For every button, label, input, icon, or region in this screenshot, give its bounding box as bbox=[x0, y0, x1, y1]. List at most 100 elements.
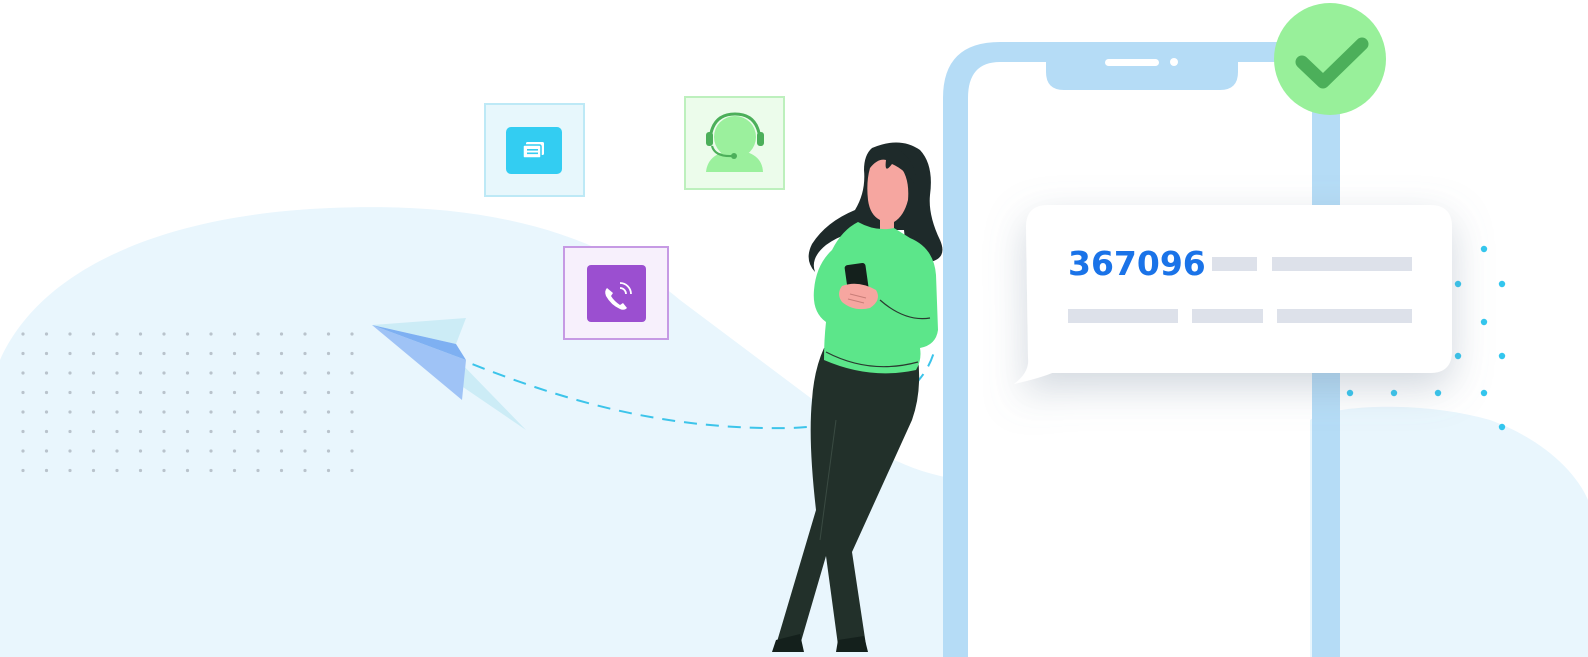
grid-dot bbox=[185, 371, 190, 375]
grid-dot bbox=[115, 449, 119, 453]
grid-dot bbox=[138, 351, 143, 356]
accent-dot bbox=[1498, 423, 1506, 431]
grid-dot bbox=[68, 410, 72, 414]
grid-dot bbox=[91, 449, 96, 453]
accent-dot bbox=[1346, 389, 1354, 397]
accent-dot bbox=[1480, 245, 1488, 253]
grid-dot bbox=[256, 371, 260, 375]
grid-dot bbox=[115, 390, 119, 395]
grid-dot bbox=[91, 351, 96, 356]
grid-dot bbox=[209, 429, 213, 434]
grid-dot bbox=[303, 429, 307, 434]
grid-dot bbox=[185, 449, 190, 453]
grid-dot bbox=[326, 371, 331, 375]
accent-dot bbox=[1498, 352, 1506, 360]
grid-dot bbox=[185, 390, 190, 395]
grid-dot bbox=[279, 429, 284, 434]
grid-dot bbox=[44, 429, 49, 434]
grid-dot bbox=[138, 332, 143, 336]
grid-dot bbox=[44, 449, 49, 453]
grid-dot bbox=[209, 468, 213, 473]
grid-dot bbox=[138, 410, 143, 414]
accent-dot bbox=[1390, 389, 1398, 397]
accent-dot bbox=[1454, 280, 1462, 288]
grid-dot bbox=[209, 449, 213, 453]
grid-dot bbox=[115, 351, 119, 356]
grid-dot bbox=[138, 468, 143, 473]
grid-dot bbox=[91, 429, 96, 434]
otp-verification-illustration: 367096 bbox=[0, 3, 1588, 657]
grid-dot bbox=[256, 429, 260, 434]
grid-dot bbox=[256, 390, 260, 395]
grid-dot bbox=[44, 332, 49, 336]
grid-dot bbox=[162, 332, 166, 336]
grid-dot bbox=[232, 429, 237, 434]
grid-dot bbox=[162, 468, 166, 473]
grid-dot bbox=[68, 332, 72, 336]
accent-dot bbox=[1480, 389, 1488, 397]
grid-dot bbox=[44, 351, 49, 356]
grid-dot bbox=[68, 429, 72, 434]
otp-message-bubble bbox=[1014, 205, 1452, 384]
grid-dot bbox=[350, 429, 354, 434]
grid-dot bbox=[68, 468, 72, 473]
grid-dot bbox=[256, 351, 260, 356]
grid-dot bbox=[185, 410, 190, 414]
grid-dot bbox=[279, 371, 284, 375]
phone-speaker bbox=[1105, 59, 1159, 66]
grid-dot bbox=[115, 468, 119, 473]
accent-dot bbox=[1498, 280, 1506, 288]
grid-dot bbox=[303, 468, 307, 473]
grid-dot bbox=[44, 468, 49, 473]
grid-dot bbox=[162, 371, 166, 375]
grid-dot bbox=[91, 390, 96, 395]
grid-dot bbox=[350, 468, 354, 473]
grid-dot bbox=[303, 351, 307, 356]
grid-dot bbox=[185, 332, 190, 336]
grid-dot bbox=[350, 371, 354, 375]
grid-dot bbox=[21, 371, 25, 375]
grid-dot bbox=[303, 371, 307, 375]
grid-dot bbox=[68, 371, 72, 375]
grid-dot bbox=[91, 468, 96, 473]
grid-dot bbox=[185, 429, 190, 434]
grid-dot bbox=[162, 429, 166, 434]
grid-dot bbox=[209, 371, 213, 375]
grid-dot bbox=[115, 410, 119, 414]
grid-dot bbox=[256, 449, 260, 453]
grid-dot bbox=[350, 449, 354, 453]
grid-dot bbox=[44, 371, 49, 375]
phone-camera bbox=[1170, 58, 1178, 66]
grid-dot bbox=[115, 429, 119, 434]
grid-dot bbox=[232, 449, 237, 453]
grid-dot bbox=[326, 449, 331, 453]
grid-dot bbox=[326, 332, 331, 336]
grid-dot bbox=[138, 390, 143, 395]
grid-dot bbox=[21, 468, 25, 473]
grid-dot bbox=[209, 332, 213, 336]
grid-dot bbox=[209, 410, 213, 414]
grid-dot bbox=[21, 351, 25, 356]
grid-dot bbox=[115, 371, 119, 375]
grid-dot bbox=[185, 351, 190, 356]
grid-dot bbox=[350, 390, 354, 395]
chat-bubble-icon bbox=[522, 142, 544, 159]
grid-dot bbox=[21, 390, 25, 395]
accent-dot bbox=[1434, 389, 1442, 397]
grid-dot bbox=[162, 390, 166, 395]
grid-dot bbox=[232, 332, 237, 336]
illustration-stage: 367096 bbox=[0, 0, 1588, 657]
grid-dot bbox=[91, 332, 96, 336]
grid-dot bbox=[21, 332, 25, 336]
grid-dot bbox=[91, 410, 96, 414]
grid-dot bbox=[350, 410, 354, 414]
grid-dot bbox=[326, 429, 331, 434]
otp-code: 367096 bbox=[1068, 244, 1206, 283]
grid-dot bbox=[232, 351, 237, 356]
grid-dot bbox=[68, 390, 72, 395]
call-tile bbox=[563, 246, 669, 340]
grid-dot bbox=[256, 468, 260, 473]
grid-dot bbox=[326, 410, 331, 414]
grid-dot bbox=[326, 390, 331, 395]
support-tile bbox=[684, 96, 785, 190]
